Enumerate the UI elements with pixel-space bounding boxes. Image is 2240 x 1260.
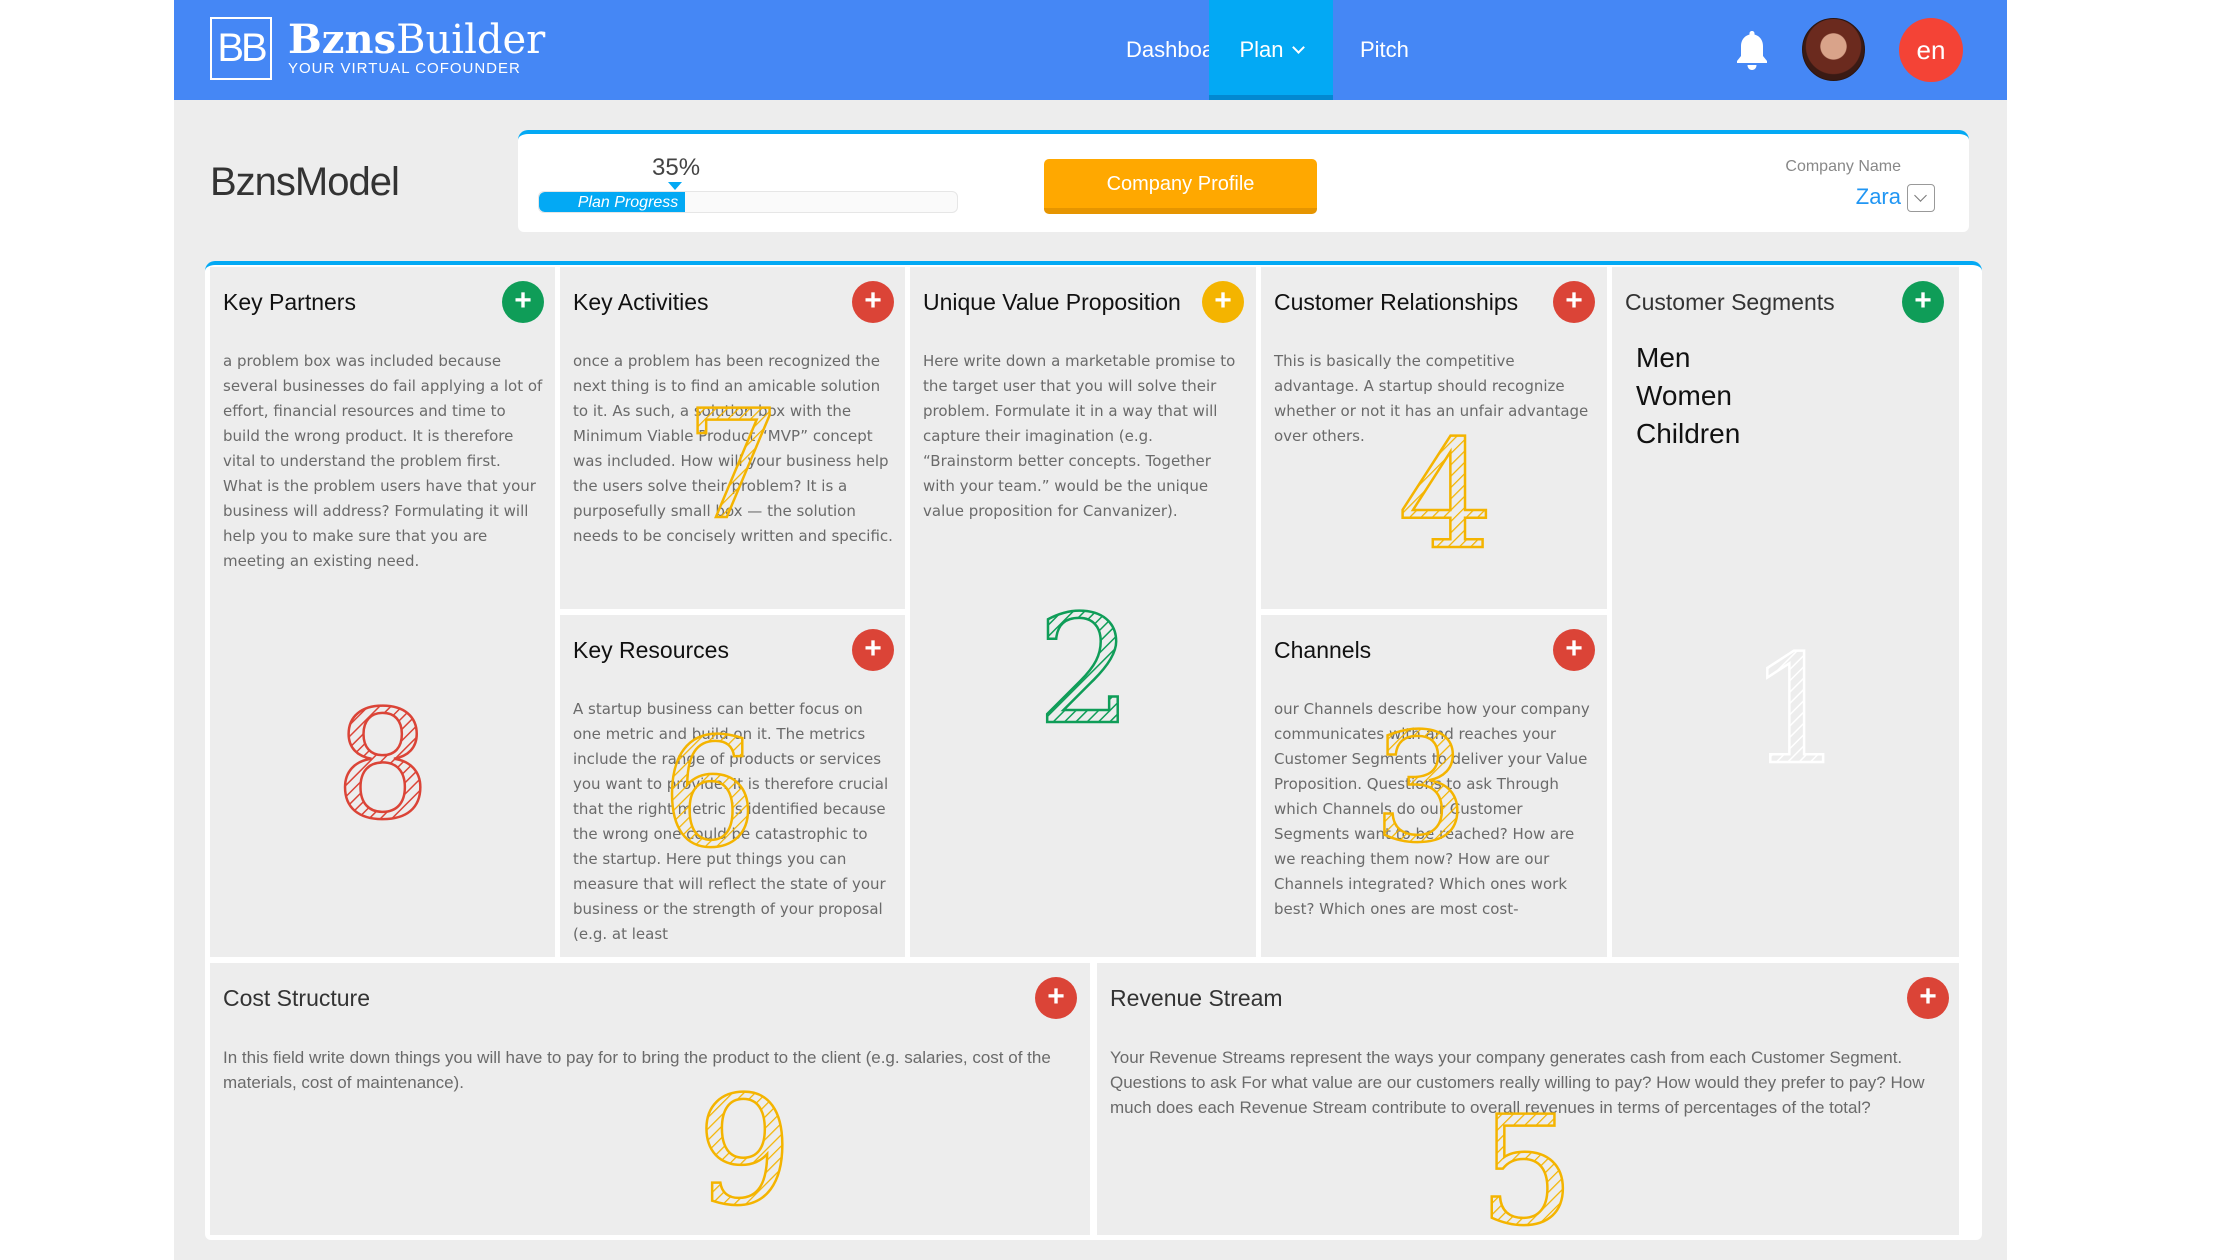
card-key-partners[interactable]: Key Partners + a problem box was include…: [210, 267, 555, 957]
card-unique-value-proposition[interactable]: Unique Value Proposition + Here write do…: [910, 267, 1256, 957]
add-button[interactable]: +: [1553, 281, 1595, 323]
card-title: Channels: [1274, 637, 1372, 663]
add-button[interactable]: +: [502, 281, 544, 323]
progress-percent: 35%: [652, 154, 701, 181]
card-description: Here write down a marketable promise to …: [923, 352, 1236, 520]
card-key-resources[interactable]: Key Resources + A startup business can b…: [560, 615, 905, 957]
svg-text:7: 7: [685, 387, 780, 537]
svg-text:1: 1: [1749, 632, 1844, 782]
segment-list: Men Women Children: [1636, 339, 1740, 453]
svg-text:8: 8: [335, 687, 430, 837]
add-button[interactable]: +: [852, 629, 894, 671]
number-8-icon: 8: [334, 687, 432, 837]
logo-tagline: YOUR VIRTUAL COFOUNDER: [288, 60, 521, 77]
add-button[interactable]: +: [1035, 977, 1077, 1019]
svg-text:2: 2: [1037, 592, 1132, 742]
company-profile-button[interactable]: Company Profile: [1044, 159, 1317, 214]
number-2-icon: 2: [1036, 592, 1134, 742]
segment-item[interactable]: Children: [1636, 415, 1740, 453]
card-cost-structure[interactable]: Cost Structure + In this field write dow…: [210, 963, 1090, 1235]
number-6-icon: 6: [661, 710, 759, 860]
card-title: Customer Relationships: [1274, 289, 1519, 315]
nav-pitch[interactable]: Pitch: [1334, 0, 1435, 100]
company-dropdown-toggle[interactable]: [1907, 184, 1935, 212]
company-name-value[interactable]: Zara: [1856, 184, 1901, 210]
segment-item[interactable]: Women: [1636, 377, 1740, 415]
svg-text:3: 3: [1373, 710, 1468, 860]
company-name-label: Company Name: [1785, 158, 1901, 175]
card-title: Key Activities: [573, 289, 709, 315]
card-customer-relationships[interactable]: Customer Relationships + This is basical…: [1261, 267, 1607, 609]
number-5-icon: 5: [1478, 1093, 1576, 1235]
card-description: a problem box was included because sever…: [223, 352, 543, 570]
svg-text:4: 4: [1398, 417, 1493, 567]
page-title: BznsModel: [210, 160, 400, 204]
add-button[interactable]: +: [852, 281, 894, 323]
svg-text:6: 6: [662, 710, 757, 860]
card-title: Revenue Stream: [1110, 985, 1283, 1011]
progress-card: 35% Plan Progress Company Profile Compan…: [518, 130, 1969, 232]
card-revenue-stream[interactable]: Revenue Stream + Your Revenue Streams re…: [1097, 963, 1959, 1235]
card-title: Key Resources: [573, 637, 729, 663]
nav-plan[interactable]: Plan: [1209, 0, 1333, 100]
number-7-icon: 7: [684, 387, 780, 537]
svg-text:5: 5: [1479, 1093, 1574, 1235]
add-button[interactable]: +: [1202, 281, 1244, 323]
number-1-icon: 1: [1748, 632, 1846, 782]
business-model-canvas: Key Partners + a problem box was include…: [205, 261, 1982, 1240]
top-navbar: BB BznsBuilder YOUR VIRTUAL COFOUNDER Da…: [174, 0, 2007, 100]
bell-icon[interactable]: [1732, 28, 1772, 72]
card-title: Cost Structure: [223, 985, 370, 1011]
segment-item[interactable]: Men: [1636, 339, 1740, 377]
card-description: In this field write down things you will…: [223, 1048, 1051, 1092]
logo-wordmark[interactable]: BznsBuilder: [288, 16, 546, 63]
card-customer-segments[interactable]: Customer Segments + Men Women Children 1: [1612, 267, 1959, 957]
card-title: Customer Segments: [1625, 289, 1835, 315]
logo-light: Builder: [396, 17, 546, 63]
logo-mark[interactable]: BB: [210, 17, 272, 80]
add-button[interactable]: +: [1553, 629, 1595, 671]
number-9-icon: 9: [696, 1073, 794, 1223]
user-avatar[interactable]: [1802, 18, 1865, 81]
logo-bold: Bzns: [288, 16, 397, 63]
number-4-icon: 4: [1397, 417, 1495, 567]
card-title: Unique Value Proposition: [923, 289, 1181, 315]
plan-progress-bar: Plan Progress: [538, 191, 958, 213]
card-channels[interactable]: Channels + our Channels describe how you…: [1261, 615, 1607, 957]
app-container: BB BznsBuilder YOUR VIRTUAL COFOUNDER Da…: [174, 0, 2007, 1260]
nav-pitch-label: Pitch: [1360, 37, 1409, 62]
chevron-down-icon: [1291, 41, 1305, 54]
card-title: Key Partners: [223, 289, 356, 315]
progress-marker-icon: [668, 182, 682, 190]
card-key-activities[interactable]: Key Activities + once a problem has been…: [560, 267, 905, 609]
add-button[interactable]: +: [1902, 281, 1944, 323]
number-3-icon: 3: [1372, 710, 1470, 860]
nav-plan-label: Plan: [1239, 37, 1284, 62]
plan-progress-fill: Plan Progress: [539, 192, 686, 212]
add-button[interactable]: +: [1907, 977, 1949, 1019]
svg-text:9: 9: [697, 1073, 792, 1223]
language-button[interactable]: en: [1899, 18, 1963, 82]
